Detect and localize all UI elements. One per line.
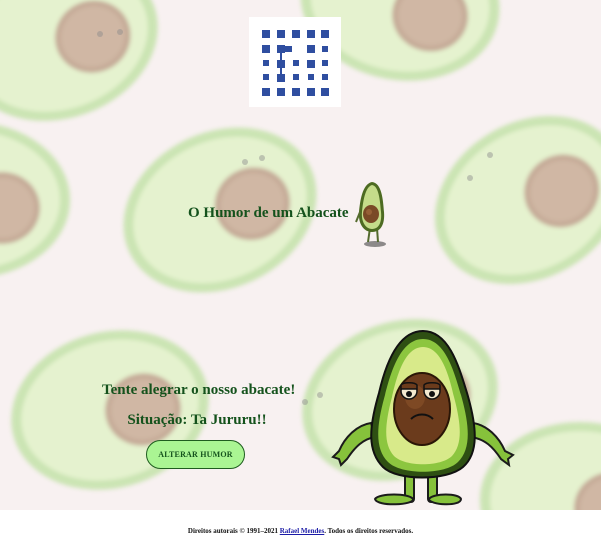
change-mood-button[interactable]: ALTERAR HUMOR — [146, 440, 245, 469]
footer-copyright: Direitos autorais © 1991–2021 — [187, 526, 278, 535]
author-link[interactable]: Rafael Mendes — [280, 527, 325, 535]
footer-rights: . Todos os direitos reservados. — [324, 526, 414, 535]
status-label: Situação: — [127, 412, 188, 428]
tagline: Tente alegrar o nosso abacate! — [102, 382, 296, 398]
sad-avocado-icon — [327, 327, 522, 515]
status-value: Ta Jururu!! — [190, 412, 267, 428]
site-logo[interactable] — [249, 17, 341, 107]
mood-status: Situação: Ta Jururu!! — [102, 412, 292, 429]
page-title: O Humor de um Abacate — [188, 205, 349, 221]
footer: Direitos autorais © 1991–2021 Rafael Men… — [0, 510, 601, 551]
qr-code-logo-icon — [262, 30, 329, 96]
walking-avocado-icon — [354, 180, 390, 253]
